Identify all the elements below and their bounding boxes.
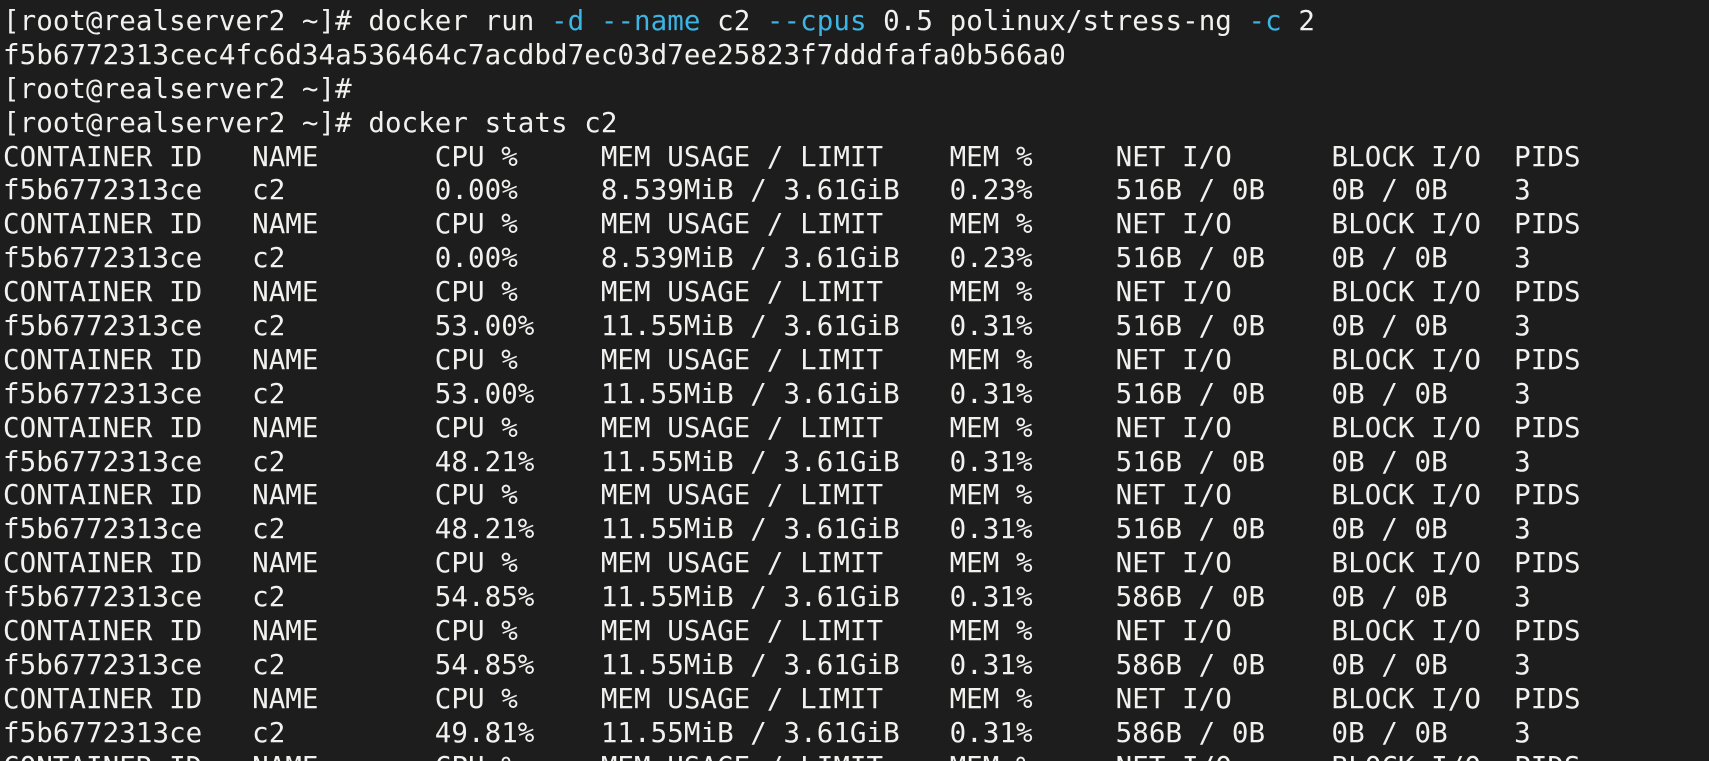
stats-data-row: f5b6772313ce c2 48.21% 11.55MiB / 3.61Gi… bbox=[0, 513, 1709, 547]
container-id-output-line: f5b6772313cec4fc6d34a536464c7acdbd7ec03d… bbox=[0, 39, 1709, 73]
stats-data-row: f5b6772313ce c2 0.00% 8.539MiB / 3.61GiB… bbox=[0, 242, 1709, 276]
stats-header-row: CONTAINER ID NAME CPU % MEM USAGE / LIMI… bbox=[0, 683, 1709, 717]
command-text: 2 bbox=[1282, 5, 1315, 37]
prompt-line: [root@realserver2 ~]# bbox=[0, 73, 1709, 107]
command-flag-text: -d bbox=[551, 5, 584, 37]
stats-data-row: f5b6772313ce c2 49.81% 11.55MiB / 3.61Gi… bbox=[0, 717, 1709, 751]
command-flag-text: --name bbox=[601, 5, 701, 37]
stats-data-row: f5b6772313ce c2 54.85% 11.55MiB / 3.61Gi… bbox=[0, 649, 1709, 683]
stats-header-row: CONTAINER ID NAME CPU % MEM USAGE / LIMI… bbox=[0, 344, 1709, 378]
stats-header-row: CONTAINER ID NAME CPU % MEM USAGE / LIMI… bbox=[0, 412, 1709, 446]
docker-stats-command-line: [root@realserver2 ~]# docker stats c2 bbox=[0, 107, 1709, 141]
command-flag-text: -c bbox=[1249, 5, 1282, 37]
stats-header-row: CONTAINER ID NAME CPU % MEM USAGE / LIMI… bbox=[0, 751, 1709, 761]
terminal-window[interactable]: [root@realserver2 ~]# [root@realserver2 … bbox=[0, 0, 1709, 761]
command-text: c2 bbox=[700, 5, 766, 37]
stats-data-row: f5b6772313ce c2 54.85% 11.55MiB / 3.61Gi… bbox=[0, 581, 1709, 615]
stats-data-row: f5b6772313ce c2 0.00% 8.539MiB / 3.61GiB… bbox=[0, 174, 1709, 208]
stats-header-row: CONTAINER ID NAME CPU % MEM USAGE / LIMI… bbox=[0, 208, 1709, 242]
terminal-output-area: [root@realserver2 ~]# docker run -d --na… bbox=[0, 5, 1709, 761]
stats-header-row: CONTAINER ID NAME CPU % MEM USAGE / LIMI… bbox=[0, 479, 1709, 513]
stats-header-row: CONTAINER ID NAME CPU % MEM USAGE / LIMI… bbox=[0, 547, 1709, 581]
command-text: [root@realserver2 ~]# docker stats c2 bbox=[3, 107, 617, 139]
stats-header-row: CONTAINER ID NAME CPU % MEM USAGE / LIMI… bbox=[0, 141, 1709, 175]
stats-data-row: f5b6772313ce c2 48.21% 11.55MiB / 3.61Gi… bbox=[0, 446, 1709, 480]
partial-previous-line: [root@realserver2 ~]# bbox=[0, 0, 1709, 5]
stats-data-row: f5b6772313ce c2 53.00% 11.55MiB / 3.61Gi… bbox=[0, 378, 1709, 412]
stats-header-row: CONTAINER ID NAME CPU % MEM USAGE / LIMI… bbox=[0, 615, 1709, 649]
command-text: 0.5 polinux/stress-ng bbox=[867, 5, 1249, 37]
stats-header-row: CONTAINER ID NAME CPU % MEM USAGE / LIMI… bbox=[0, 276, 1709, 310]
stats-data-row: f5b6772313ce c2 53.00% 11.55MiB / 3.61Gi… bbox=[0, 310, 1709, 344]
command-text: [root@realserver2 ~]# docker run bbox=[3, 5, 551, 37]
docker-run-command-line: [root@realserver2 ~]# docker run -d --na… bbox=[0, 5, 1709, 39]
command-flag-text: --cpus bbox=[767, 5, 867, 37]
command-text bbox=[584, 5, 601, 37]
